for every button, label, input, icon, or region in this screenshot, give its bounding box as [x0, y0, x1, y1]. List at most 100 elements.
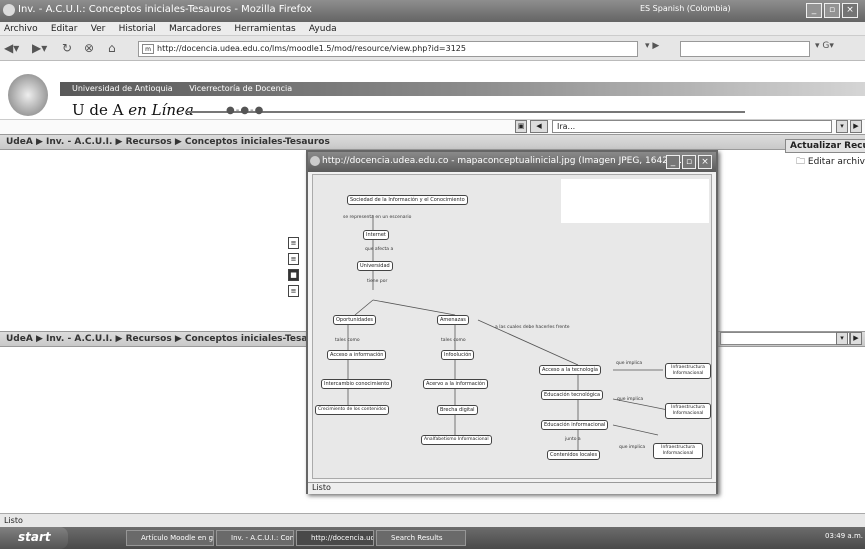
jump-select[interactable]: Ira...	[552, 120, 832, 133]
breadcrumb[interactable]: UdeA ▶ Inv. - A.C.U.I. ▶ Recursos ▶ Conc…	[0, 134, 865, 150]
screen: Inv. - A.C.U.I.: Conceptos iniciales-Tes…	[0, 0, 865, 549]
map-node: Internet	[363, 230, 389, 240]
taskbar-item[interactable]: Inv. - A.C.U.I.: Conc...	[216, 530, 294, 546]
popup-close-button[interactable]: ×	[698, 155, 712, 169]
map-link-label: que afecta a	[365, 247, 394, 252]
jump-select-bottom[interactable]	[720, 332, 850, 345]
search-input[interactable]	[680, 41, 810, 57]
language-indicator[interactable]: ES Spanish (Colombia)	[640, 4, 731, 13]
map-link-label: tales como	[335, 338, 360, 343]
popup-minimize-button[interactable]: _	[666, 155, 680, 169]
header-link-vicerrectoria[interactable]: Vicerrectoría de Docencia	[189, 84, 292, 93]
header-line	[185, 111, 745, 113]
header-link-universidad[interactable]: Universidad de Antioquia	[72, 84, 173, 93]
map-link-label: junto a	[565, 437, 581, 442]
map-node: Oportunidades	[333, 315, 377, 325]
previous-icon[interactable]: ◀	[530, 120, 548, 133]
map-node: Infraestructura Informacional	[653, 443, 703, 459]
header-strip: Universidad de Antioquia Vicerrectoría d…	[60, 82, 865, 96]
taskbar-item[interactable]: Search Results	[376, 530, 466, 546]
document-icon[interactable]: ≡	[288, 253, 299, 265]
popup-maximize-button[interactable]: ▫	[682, 155, 696, 169]
map-link-label: que implica	[616, 361, 643, 366]
next-icon[interactable]: ▶	[850, 332, 862, 345]
page-icon[interactable]: ▣	[515, 120, 527, 133]
reload-icon[interactable]: ↻	[62, 41, 72, 55]
navigation-toolbar: ◀▾ ▶▾ ↻ ⊗ ⌂ m http://docencia.udea.edu.c…	[0, 36, 865, 61]
map-node: Contenidos locales	[547, 450, 601, 460]
menu-marcadores[interactable]: Marcadores	[169, 24, 221, 34]
map-node: Educación tecnológica	[541, 390, 604, 400]
status-bar: Listo	[0, 513, 865, 527]
search-engine-icon[interactable]: ▾ G▾	[815, 41, 834, 51]
window-title: Inv. - A.C.U.I.: Conceptos iniciales-Tes…	[18, 4, 312, 15]
header-dots: ●-●-●	[226, 105, 265, 116]
menu-ver[interactable]: Ver	[91, 24, 106, 34]
folder-icon: 🗀	[796, 157, 806, 167]
popup-status: Listo	[308, 482, 716, 494]
window-titlebar: Inv. - A.C.U.I.: Conceptos iniciales-Tes…	[0, 0, 865, 22]
forward-icon[interactable]: ▶▾	[32, 41, 47, 55]
popup-title: http://docencia.udea.edu.co - mapaconcep…	[322, 156, 682, 166]
university-logo-icon	[8, 74, 48, 116]
site-title: U de A en Línea	[72, 101, 194, 119]
jump-dropdown-icon[interactable]: ▾	[836, 332, 848, 345]
taskbar-item[interactable]: Artículo Moodle en gr...	[126, 530, 214, 546]
jump-bar: ▣ ◀ Ira... ▾ ▶	[0, 120, 865, 134]
menu-editar[interactable]: Editar	[51, 24, 78, 34]
map-link-label: tiene por	[367, 279, 388, 284]
map-link-label: tales como	[441, 338, 466, 343]
go-icon[interactable]: ▾ ▶	[645, 41, 659, 51]
map-node: Acervo a la información	[423, 379, 489, 389]
taskbar: start Artículo Moodle en gr... Inv. - A.…	[0, 527, 865, 549]
maximize-button[interactable]: ▫	[824, 3, 840, 18]
update-resource-button[interactable]: Actualizar Recurso	[785, 139, 865, 153]
map-node: Infraestructura Informacional	[665, 403, 711, 419]
image-popup-window: http://docencia.udea.edu.co - mapaconcep…	[306, 150, 718, 494]
menu-bar: Archivo Editar Ver Historial Marcadores …	[0, 22, 865, 36]
clock: 03:49 a.m.	[825, 532, 863, 540]
edit-files-link[interactable]: 🗀 Editar archivos	[796, 154, 865, 170]
document-icon[interactable]: ■	[288, 269, 299, 281]
menu-archivo[interactable]: Archivo	[4, 24, 38, 34]
address-bar[interactable]: m http://docencia.udea.edu.co/lms/moodle…	[138, 41, 638, 57]
start-button[interactable]: start	[0, 527, 68, 549]
document-icon[interactable]: ≡	[288, 237, 299, 249]
jump-select-label: Ira...	[557, 122, 576, 131]
taskbar-item[interactable]: http://docencia.udea...	[296, 530, 374, 546]
concept-map-image: Sociedad de la Información y el Conocimi…	[312, 174, 712, 479]
map-node: Amenazas	[437, 315, 469, 325]
document-icon[interactable]: ≡	[288, 285, 299, 297]
map-node: Analfabetismo Informacional	[421, 435, 492, 445]
minimize-button[interactable]: _	[806, 3, 822, 18]
edit-files-label: Editar archivos	[807, 157, 865, 167]
firefox-icon	[310, 156, 320, 166]
map-link-label: a las cuales debe hacerles frente	[495, 325, 570, 330]
back-icon[interactable]: ◀▾	[4, 41, 19, 55]
map-node: Infraestructura Informacional	[665, 363, 711, 379]
map-node: Crecimiento de los contenidos	[315, 405, 390, 415]
menu-herramientas[interactable]: Herramientas	[234, 24, 295, 34]
map-node: Acceso a información	[327, 350, 387, 360]
site-title-emphasis: en Línea	[128, 101, 194, 119]
stop-icon[interactable]: ⊗	[84, 41, 94, 55]
next-icon[interactable]: ▶	[850, 120, 862, 133]
map-link-label: que implica	[619, 445, 646, 450]
map-node: Intercambio conocimiento	[321, 379, 393, 389]
site-title-prefix: U de A	[72, 101, 129, 119]
map-node: Acceso a la tecnología	[539, 365, 601, 375]
menu-ayuda[interactable]: Ayuda	[309, 24, 337, 34]
home-icon[interactable]: ⌂	[108, 41, 116, 55]
address-text: http://docencia.udea.edu.co/lms/moodle1.…	[157, 44, 466, 53]
menu-historial[interactable]: Historial	[119, 24, 156, 34]
moodle-header: Universidad de Antioquia Vicerrectoría d…	[0, 62, 865, 120]
popup-titlebar: http://docencia.udea.edu.co - mapaconcep…	[308, 152, 716, 172]
map-node: Infoolución	[441, 350, 475, 360]
site-favicon: m	[142, 44, 154, 54]
close-button[interactable]: ×	[842, 3, 858, 18]
map-node: Educación informacional	[541, 420, 609, 430]
firefox-icon	[3, 4, 15, 16]
jump-dropdown-icon[interactable]: ▾	[836, 120, 848, 133]
map-node: Universidad	[357, 261, 393, 271]
map-node: Sociedad de la Información y el Conocimi…	[347, 195, 468, 205]
